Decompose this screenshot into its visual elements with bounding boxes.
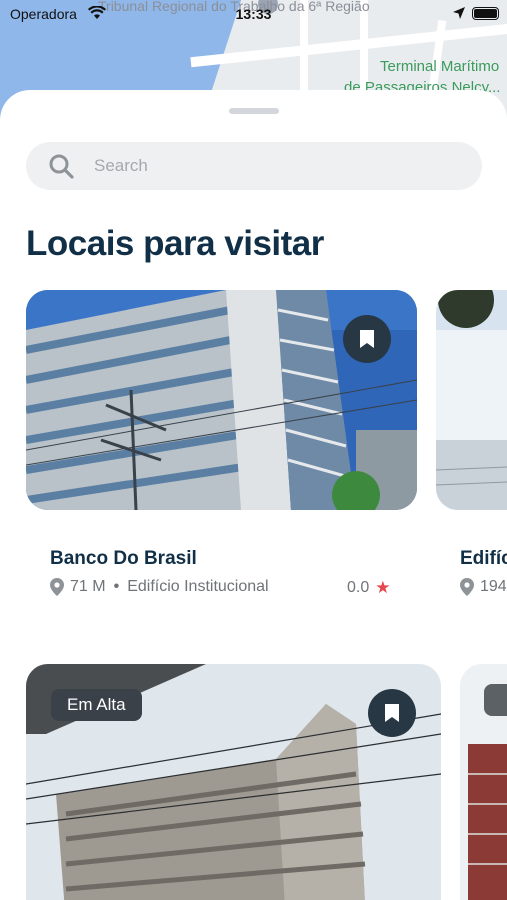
- status-time: 13:33: [235, 6, 272, 22]
- place-card[interactable]: Banco Do Brasil 71 M • Edifício Instituc…: [26, 290, 417, 610]
- status-bar: Operadora 13:33: [0, 0, 507, 28]
- star-icon: ★: [375, 578, 391, 597]
- place-photo: [460, 664, 507, 900]
- bookmark-button[interactable]: [368, 689, 416, 737]
- bookmark-icon: [360, 330, 374, 348]
- bottom-sheet: Locais para visitar: [0, 90, 507, 900]
- place-rating: 0.0 ★: [347, 578, 391, 598]
- trending-badge: Em Alta: [51, 689, 142, 721]
- place-category: Edifício Institucional: [127, 578, 269, 595]
- search-input[interactable]: [94, 142, 464, 190]
- place-card[interactable]: [460, 664, 507, 900]
- place-photo: [436, 290, 507, 510]
- search-bar[interactable]: [26, 142, 482, 190]
- section-title: Locais para visitar: [26, 224, 324, 263]
- place-card[interactable]: Edifíc 194: [436, 290, 507, 610]
- separator-dot: •: [113, 578, 120, 595]
- place-distance: 194: [480, 578, 507, 595]
- bookmark-icon: [385, 704, 399, 722]
- place-distance: 71 M: [70, 578, 106, 595]
- place-name: Edifíc: [460, 548, 507, 569]
- place-meta: 194: [460, 578, 507, 596]
- place-meta: 71 M • Edifício Institucional: [50, 578, 269, 596]
- place-card[interactable]: Em Alta: [26, 664, 441, 900]
- bookmark-button[interactable]: [343, 315, 391, 363]
- sheet-handle[interactable]: [229, 108, 279, 114]
- rating-value: 0.0: [347, 579, 370, 596]
- location-arrow-icon: [453, 7, 465, 19]
- pin-icon: [460, 578, 474, 596]
- search-icon: [49, 154, 74, 179]
- map-label-terminal: Terminal Marítimo: [380, 58, 500, 75]
- pin-icon: [50, 578, 64, 596]
- battery-icon: [472, 7, 499, 20]
- place-name: Banco Do Brasil: [50, 548, 197, 569]
